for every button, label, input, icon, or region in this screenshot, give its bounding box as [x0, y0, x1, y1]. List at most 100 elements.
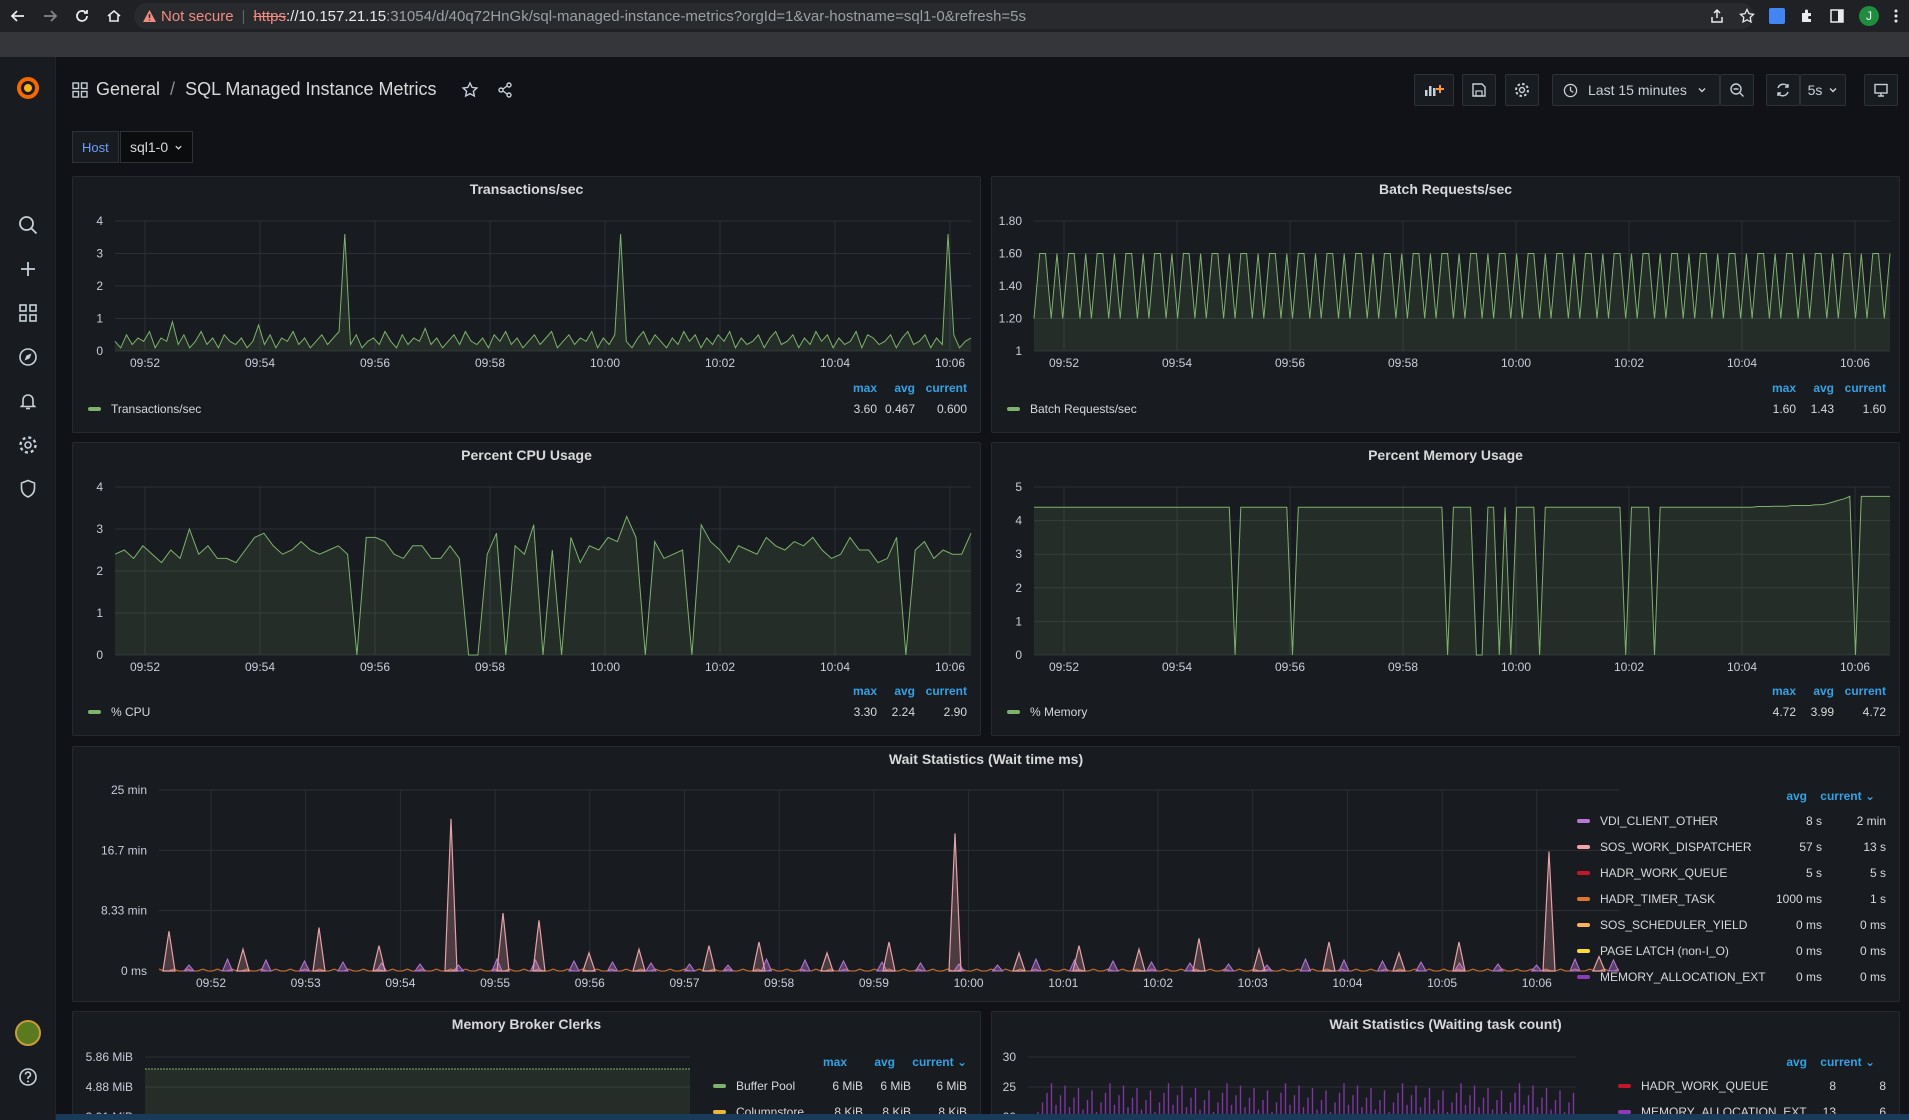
help-icon[interactable] [14, 1063, 42, 1091]
panel-wait-statistics-task-count[interactable]: Wait Statistics (Waiting task count) 30 2… [991, 1011, 1900, 1120]
configuration-gear-icon[interactable] [14, 431, 42, 459]
legend-value-avg: 0.467 [884, 402, 915, 416]
legend-col-current[interactable]: current ⌄ [1807, 1055, 1875, 1069]
legend-col-max[interactable]: max [811, 1055, 847, 1069]
cpu-area [115, 516, 971, 655]
share-page-icon[interactable] [1709, 8, 1725, 24]
reload-icon[interactable] [68, 0, 96, 32]
address-bar[interactable]: Not secure | https ://10.157.21.15 :3105… [134, 3, 1754, 29]
legend-col-current[interactable]: current ⌄ [1807, 789, 1875, 803]
legend-item[interactable]: Transactions/sec 3.60 0.467 0.600 [88, 401, 967, 417]
explore-compass-icon[interactable] [14, 343, 42, 371]
user-avatar-icon[interactable] [14, 1019, 42, 1047]
legend-col-avg[interactable]: avg [877, 381, 915, 395]
legend-value-avg: 8 [1829, 1079, 1836, 1093]
breadcrumb-folder[interactable]: General [96, 79, 160, 100]
dashboard-settings-button[interactable] [1505, 74, 1539, 106]
translate-icon[interactable] [1769, 8, 1785, 24]
zoom-out-button[interactable] [1720, 74, 1754, 106]
alerting-bell-icon[interactable] [14, 387, 42, 415]
legend-col-max[interactable]: max [1750, 684, 1796, 698]
y-tick-label: 16.7 min [101, 843, 147, 857]
home-icon[interactable] [100, 0, 128, 32]
wait-dispatcher-spike [1392, 950, 1406, 972]
legend-col-max[interactable]: max [1750, 381, 1796, 395]
legend-col-avg[interactable]: avg [1765, 789, 1807, 803]
legend-col-avg[interactable]: avg [847, 1055, 895, 1069]
refresh-interval-picker[interactable]: 5s [1800, 74, 1846, 106]
panel-batch-requests-per-sec[interactable]: Batch Requests/sec 1 1.20 1.40 1.60 1.80 09:5… [991, 176, 1900, 433]
cycle-view-mode-button[interactable] [1864, 74, 1898, 106]
star-icon[interactable] [461, 80, 479, 99]
legend-item[interactable]: MEMORY_ALLOCATION_EXT 0 ms 0 ms [1577, 969, 1886, 985]
y-tick-label: 1 [1015, 344, 1022, 358]
legend-swatch [1007, 407, 1020, 411]
search-icon[interactable] [14, 211, 42, 239]
legend-item[interactable]: SOS_WORK_DISPATCHER 57 s 13 s [1577, 839, 1886, 855]
wait-dispatcher-spike [372, 945, 386, 972]
legend-col-current[interactable]: current [915, 381, 967, 395]
legend-item[interactable]: HADR_WORK_QUEUE 8 8 [1618, 1078, 1886, 1094]
y-tick-label: 4 [96, 480, 103, 494]
panel-transactions-per-sec[interactable]: Transactions/sec 0 1 2 3 4 09:52 09:54 09:56 09:… [72, 176, 981, 433]
dashboard-title[interactable]: SQL Managed Instance Metrics [185, 79, 436, 100]
wait-vdi-bump [683, 963, 696, 972]
panel-percent-memory-usage[interactable]: Percent Memory Usage 0 1 2 3 4 5 09:52 09:54 09:… [991, 442, 1900, 736]
grafana-logo-icon[interactable] [14, 74, 42, 102]
legend-item[interactable]: VDI_CLIENT_OTHER 8 s 2 min [1577, 813, 1886, 829]
add-panel-button[interactable] [1414, 74, 1454, 106]
legend-item[interactable]: PAGE LATCH (non-I_O) 0 ms 0 ms [1577, 943, 1886, 959]
wait-dispatcher-spike [882, 941, 896, 972]
legend-col-current[interactable]: current ⌄ [895, 1055, 967, 1069]
host-variable-select[interactable]: sql1-0 [120, 131, 194, 163]
legend-values: 1000 ms 1 s [1742, 892, 1886, 906]
legend-values: 8 s 2 min [1742, 814, 1886, 828]
legend-col-current[interactable]: current [1834, 684, 1886, 698]
panel-percent-cpu-usage[interactable]: Percent CPU Usage 0 1 2 3 4 09:52 09:54 09:56 09… [72, 442, 981, 736]
panel-memory-broker-clerks[interactable]: Memory Broker Clerks 5.86 MiB4.88 MiB3.9… [72, 1011, 981, 1120]
save-dashboard-button[interactable] [1462, 74, 1496, 106]
y-tick-label: 1 [1015, 614, 1022, 628]
legend-values: 0 ms 0 ms [1742, 970, 1886, 984]
legend-col-avg[interactable]: avg [1765, 1055, 1807, 1069]
legend-col-current[interactable]: current [915, 684, 967, 698]
panel-wait-statistics-time[interactable]: Wait Statistics (Wait time ms) 0 ms 8.33 … [72, 746, 1900, 1002]
legend-item[interactable]: Batch Requests/sec 1.60 1.43 1.60 [1007, 401, 1886, 417]
bookmark-star-icon[interactable] [1739, 8, 1755, 24]
legend-col-max[interactable]: max [831, 381, 877, 395]
legend-item[interactable]: Buffer Pool 6 MiB 6 MiB 6 MiB [713, 1078, 967, 1094]
side-panel-icon[interactable] [1829, 8, 1845, 24]
legend-col-current[interactable]: current [1834, 381, 1886, 395]
back-icon[interactable] [4, 0, 32, 32]
extensions-icon[interactable] [1799, 8, 1815, 24]
legend-item[interactable]: SOS_SCHEDULER_YIELD 0 ms 0 ms [1577, 917, 1886, 933]
y-tick-label: 1 [96, 606, 103, 620]
forward-icon[interactable] [36, 0, 64, 32]
x-tick-label: 09:59 [859, 976, 889, 990]
legend-item[interactable]: HADR_WORK_QUEUE 5 s 5 s [1577, 865, 1886, 881]
create-plus-icon[interactable] [14, 255, 42, 283]
server-admin-shield-icon[interactable] [14, 475, 42, 503]
dashboards-icon[interactable] [14, 299, 42, 327]
legend-series-name: HADR_WORK_QUEUE [1641, 1079, 1769, 1093]
y-tick-label: 3 [96, 247, 103, 261]
legend-item[interactable]: HADR_TIMER_TASK 1000 ms 1 s [1577, 891, 1886, 907]
legend-col-max[interactable]: max [831, 684, 877, 698]
wait-dispatcher-spike [1322, 941, 1336, 972]
legend-item[interactable]: % Memory 4.72 3.99 4.72 [1007, 704, 1886, 720]
share-icon[interactable] [497, 81, 513, 98]
transactions-line [114, 233, 972, 350]
legend-item[interactable]: % CPU 3.30 2.24 2.90 [88, 704, 967, 720]
legend-values: 6 MiB 6 MiB 6 MiB [823, 1079, 967, 1093]
legend-col-avg[interactable]: avg [877, 684, 915, 698]
legend-col-avg[interactable]: avg [1796, 381, 1834, 395]
refresh-button[interactable] [1766, 74, 1800, 106]
time-picker-button[interactable]: Last 15 minutes [1552, 74, 1720, 106]
legend-value-current: 0 ms [1859, 944, 1886, 958]
wait-dispatcher-spike [1012, 950, 1026, 972]
browser-menu-icon[interactable] [1893, 8, 1899, 24]
legend-series-name: MEMORY_ALLOCATION_EXT [1600, 970, 1766, 984]
profile-avatar[interactable]: J [1859, 6, 1879, 26]
legend-col-avg[interactable]: avg [1796, 684, 1834, 698]
legend-values: 88 [1774, 1079, 1886, 1093]
